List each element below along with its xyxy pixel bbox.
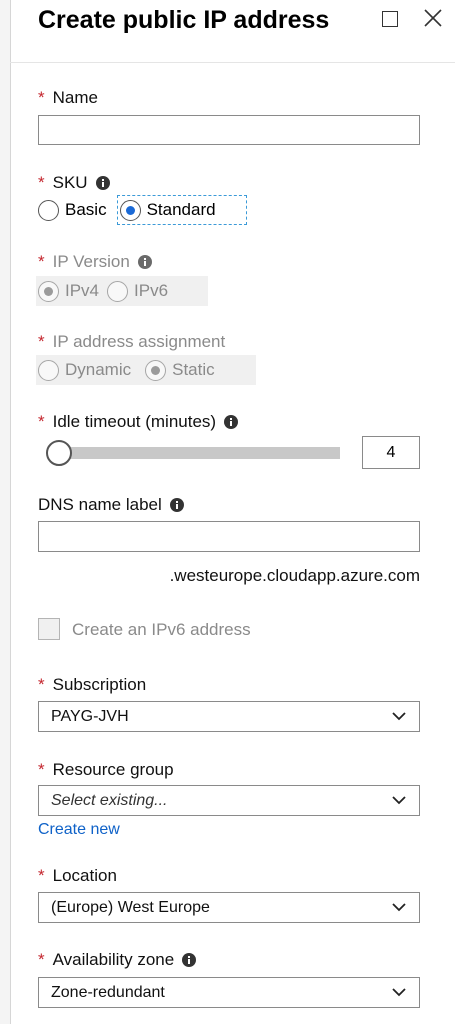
- subscription-label: * Subscription: [38, 675, 147, 694]
- required-marker: *: [38, 252, 45, 271]
- info-icon[interactable]: [224, 415, 239, 429]
- dns-label-label: DNS name label: [38, 495, 184, 515]
- page-title: Create public IP address: [38, 6, 330, 34]
- sku-label: * SKU: [38, 173, 110, 193]
- ipv6-checkbox[interactable]: [38, 618, 60, 640]
- left-edge-panel: [0, 0, 11, 1024]
- ipv6-checkbox-label: Create an IPv6 address: [72, 620, 251, 639]
- radio-circle: [38, 359, 59, 381]
- required-marker: *: [38, 88, 45, 107]
- required-marker: *: [38, 675, 45, 694]
- idle-timeout-label: * Idle timeout (minutes): [38, 412, 239, 432]
- availability-zone-label: * Availability zone: [38, 950, 197, 970]
- idle-timeout-input[interactable]: 4: [362, 436, 420, 469]
- info-icon[interactable]: [182, 953, 197, 967]
- create-new-link[interactable]: Create new: [38, 821, 120, 839]
- dns-label-input[interactable]: [38, 521, 420, 552]
- chevron-down-icon: [392, 712, 406, 721]
- resource-group-dropdown[interactable]: Select existing...: [38, 785, 420, 816]
- ip-assignment-label: * IP address assignment: [38, 332, 226, 351]
- maximize-icon[interactable]: [382, 11, 398, 27]
- name-label: * Name: [38, 88, 98, 107]
- blade-header: Create public IP address: [10, 0, 455, 63]
- ip-version-option-ipv4[interactable]: IPv4: [36, 276, 105, 306]
- dns-suffix: .westeurope.cloudapp.azure.com: [169, 566, 420, 585]
- sku-radio-group: Basic Standard: [36, 195, 247, 225]
- chevron-down-icon: [392, 988, 406, 997]
- chevron-down-icon: [392, 796, 406, 805]
- name-input[interactable]: [38, 115, 420, 145]
- radio-circle: [145, 359, 167, 381]
- info-icon[interactable]: [95, 176, 110, 190]
- ip-version-label: * IP Version: [38, 252, 152, 272]
- required-marker: *: [38, 950, 45, 969]
- radio-circle: [107, 280, 129, 302]
- ip-version-radio-group: IPv4 IPv6: [36, 276, 208, 306]
- required-marker: *: [38, 412, 45, 431]
- sku-option-basic[interactable]: Basic: [36, 195, 113, 225]
- chevron-down-icon: [392, 903, 406, 912]
- radio-circle: [38, 280, 59, 302]
- availability-zone-dropdown[interactable]: Zone-redundant: [38, 977, 420, 1008]
- idle-timeout-slider-track[interactable]: [48, 447, 340, 459]
- info-icon[interactable]: [137, 255, 152, 269]
- ip-assignment-option-dynamic[interactable]: Dynamic: [36, 355, 137, 385]
- required-marker: *: [38, 173, 45, 192]
- subscription-dropdown[interactable]: PAYG-JVH: [38, 701, 420, 732]
- idle-timeout-slider-thumb[interactable]: [46, 440, 72, 466]
- location-label: * Location: [38, 866, 117, 885]
- radio-circle: [38, 199, 59, 221]
- ip-assignment-option-static[interactable]: Static: [143, 355, 221, 385]
- required-marker: *: [38, 332, 45, 351]
- required-marker: *: [38, 760, 45, 779]
- radio-circle: [119, 199, 141, 221]
- info-icon[interactable]: [169, 498, 184, 512]
- ip-version-option-ipv6[interactable]: IPv6: [105, 276, 174, 306]
- sku-option-standard[interactable]: Standard: [116, 195, 247, 225]
- resource-group-label: * Resource group: [38, 760, 174, 779]
- ip-assignment-radio-group: Dynamic Static: [36, 355, 256, 385]
- location-dropdown[interactable]: (Europe) West Europe: [38, 892, 420, 923]
- required-marker: *: [38, 866, 45, 885]
- close-icon[interactable]: [423, 8, 443, 28]
